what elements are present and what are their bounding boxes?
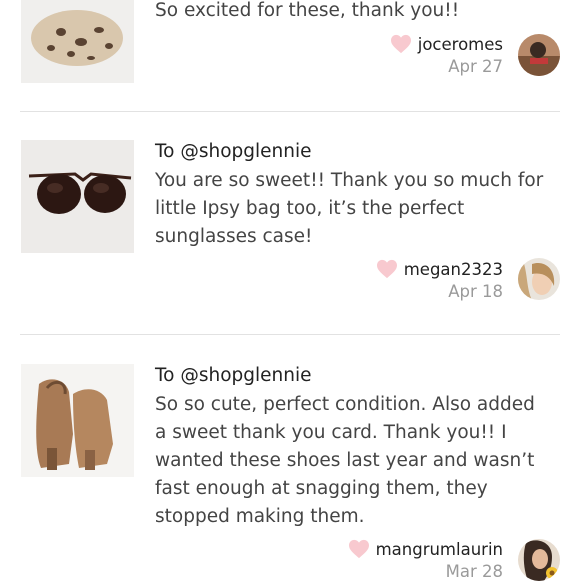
reviewer-username[interactable]: joceromes bbox=[418, 35, 503, 54]
avatar[interactable] bbox=[518, 34, 560, 76]
review-message: You are so sweet!! Thank you so much for… bbox=[155, 167, 565, 251]
review-signature: megan2323 Apr 18 bbox=[376, 259, 503, 301]
review-recipient[interactable]: To @shopglennie bbox=[155, 141, 312, 162]
message-line: wanted these shoes last year and wasn’t bbox=[155, 450, 535, 471]
divider bbox=[20, 111, 560, 112]
avatar[interactable] bbox=[518, 258, 560, 300]
review-message: So excited for these, thank you!! bbox=[155, 0, 565, 25]
review-signature: mangrumlaurin Mar 28 bbox=[348, 539, 503, 581]
avatar[interactable] bbox=[518, 539, 560, 581]
review-date: Mar 28 bbox=[445, 562, 503, 581]
review-recipient[interactable]: To @shopglennie bbox=[155, 365, 312, 386]
message-line: So excited for these, thank you!! bbox=[155, 0, 460, 21]
product-thumbnail[interactable] bbox=[21, 140, 134, 253]
message-line: stopped making them. bbox=[155, 506, 365, 527]
divider bbox=[20, 334, 560, 335]
message-line: little Ipsy bag too, it’s the perfect bbox=[155, 198, 465, 219]
heart-icon[interactable] bbox=[348, 539, 370, 559]
review-date: Apr 27 bbox=[448, 57, 503, 76]
review-message: So so cute, perfect condition. Also adde… bbox=[155, 391, 565, 531]
message-line: a sweet thank you card. Thank you!! I bbox=[155, 422, 507, 443]
heart-icon[interactable] bbox=[376, 259, 398, 279]
message-line: fast enough at snagging them, they bbox=[155, 478, 488, 499]
reviewer-username[interactable]: megan2323 bbox=[404, 260, 503, 279]
message-line: sunglasses case! bbox=[155, 226, 313, 247]
reviewer-username[interactable]: mangrumlaurin bbox=[376, 540, 503, 559]
message-line: You are so sweet!! Thank you so much for bbox=[155, 170, 544, 191]
heart-icon[interactable] bbox=[390, 34, 412, 54]
product-thumbnail[interactable] bbox=[21, 364, 134, 477]
product-thumbnail[interactable] bbox=[21, 0, 134, 83]
message-line: So so cute, perfect condition. Also adde… bbox=[155, 394, 535, 415]
review-date: Apr 18 bbox=[448, 282, 503, 301]
review-signature: joceromes Apr 27 bbox=[390, 34, 503, 76]
